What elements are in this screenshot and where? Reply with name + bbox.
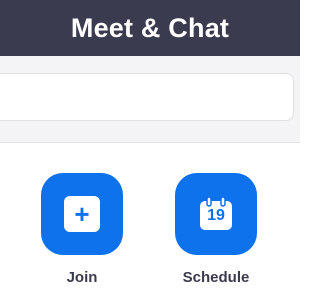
- join-action[interactable]: + Join: [37, 173, 127, 286]
- join-label: Join: [66, 269, 98, 286]
- search-input[interactable]: ch: [0, 73, 294, 121]
- action-panel: + Join 19 Schedule: [0, 143, 300, 300]
- top-bar: Meet & Chat: [0, 0, 300, 56]
- schedule-action[interactable]: 19 Schedule: [171, 173, 261, 286]
- plus-icon: +: [64, 196, 100, 232]
- calendar-day: 19: [207, 207, 225, 224]
- join-button[interactable]: +: [41, 173, 123, 255]
- plus-icon-glyph: +: [74, 199, 90, 229]
- schedule-button[interactable]: 19: [175, 173, 257, 255]
- schedule-label: Schedule: [182, 269, 250, 286]
- page-title: Meet & Chat: [70, 12, 230, 43]
- search-area: ch: [0, 56, 300, 143]
- calendar-icon: 19: [198, 196, 234, 232]
